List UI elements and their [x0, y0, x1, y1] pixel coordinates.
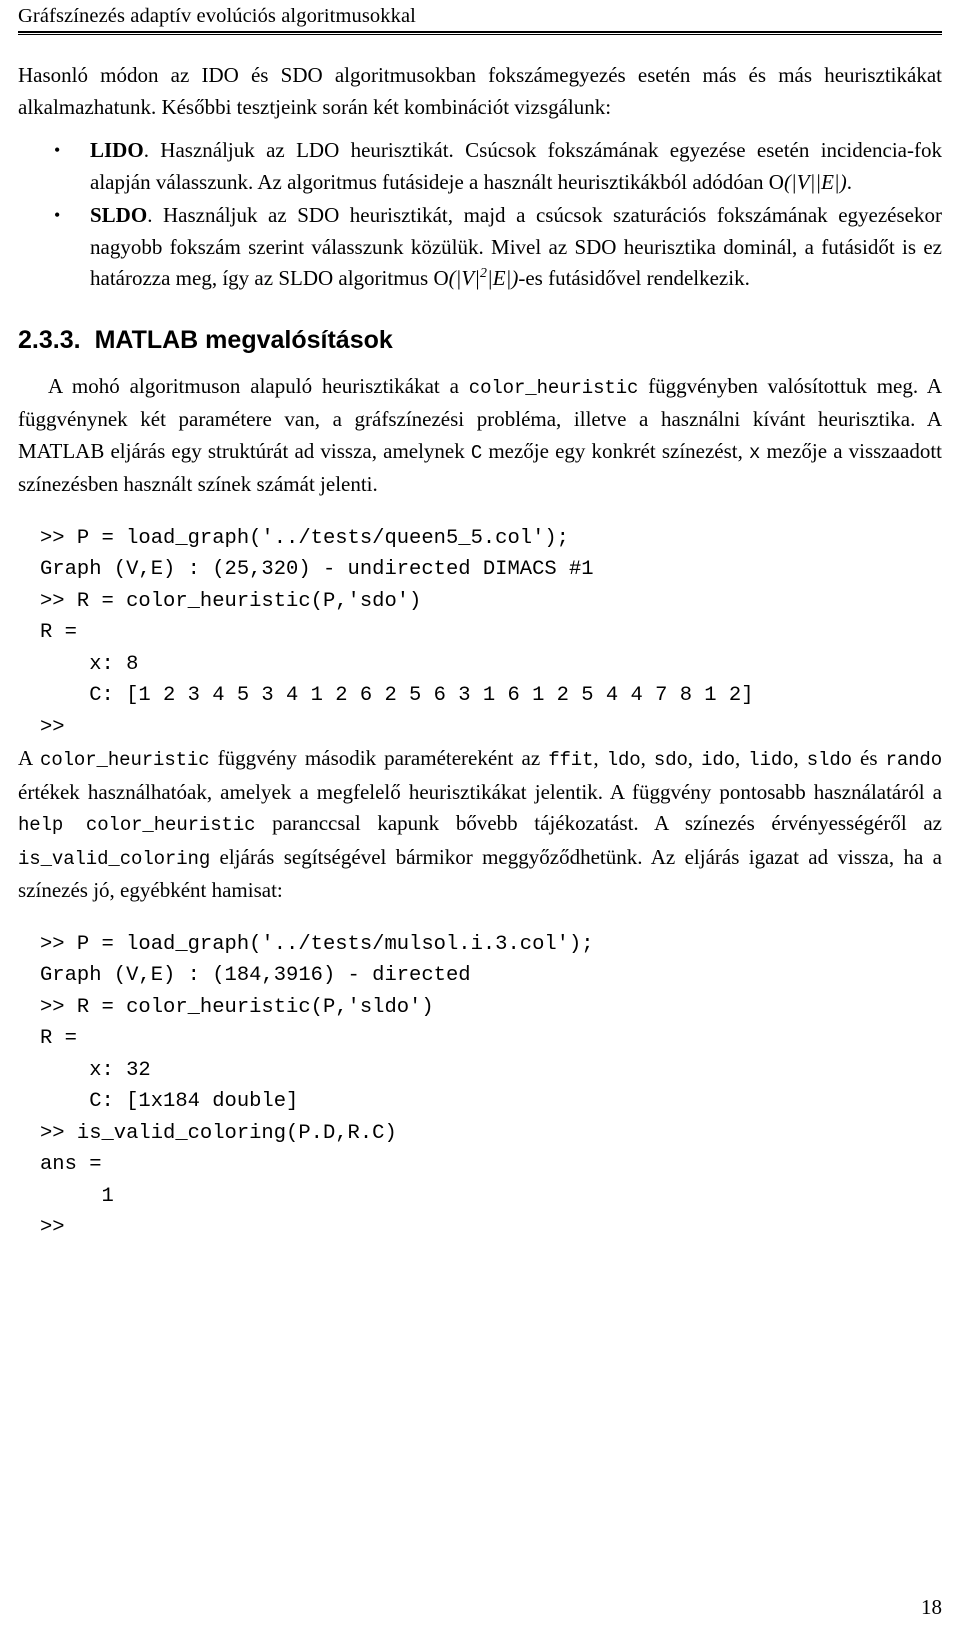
document-page: Gráfszínezés adaptív evolúciós algoritmu…	[0, 0, 960, 1636]
param-sep-4: ,	[734, 746, 749, 770]
impl-text-1: A mohó algoritmuson alapuló heurisztikák…	[48, 373, 469, 398]
list-item-sldo-text-after: -es futásidővel rendelkezik.	[518, 266, 750, 290]
list-item-lido-lead: LIDO	[90, 138, 144, 162]
impl-text-3: mezője egy konkrét színezést,	[482, 438, 750, 463]
code-option-ffit: ffit	[548, 749, 594, 771]
bullet-icon: •	[54, 205, 61, 225]
param-text-3: és	[851, 746, 886, 770]
list-item-sldo-complexity: O(|V|2|E|)	[433, 265, 519, 290]
section-number: 2.3.3.	[18, 325, 81, 354]
code-color-heuristic-2: color_heuristic	[40, 749, 210, 771]
code-field-c: C	[470, 441, 483, 464]
implementation-paragraph: A mohó algoritmuson alapuló heurisztikák…	[18, 371, 942, 501]
parameters-paragraph: A color_heuristic függvény második param…	[18, 743, 942, 907]
running-header-title: Gráfszínezés adaptív evolúciós algoritmu…	[18, 5, 416, 27]
code-option-lido: lido	[748, 749, 794, 771]
list-item-sldo: • SLDO. Használjuk az SDO heurisztikát, m…	[54, 200, 942, 295]
intro-paragraph: Hasonló módon az IDO és SDO algoritmusok…	[18, 63, 942, 119]
page-header: Gráfszínezés adaptív evolúciós algoritmu…	[18, 4, 942, 35]
code-is-valid-coloring: is_valid_coloring	[18, 847, 211, 870]
param-text-1: A	[18, 746, 41, 770]
section-heading: 2.3.3. MATLAB megvalósítások	[18, 325, 942, 355]
code-color-heuristic: color_heuristic	[468, 376, 639, 399]
param-text-5: paranccsal kapunk bővebb tájékozatást. A…	[255, 811, 942, 835]
code-option-rando: rando	[885, 749, 943, 771]
heuristic-combination-list: • LIDO. Használjuk az LDO heurisztikát. C…	[18, 135, 942, 295]
code-option-ido: ido	[701, 749, 735, 771]
param-sep-3: ,	[687, 746, 702, 770]
param-sep-5: ,	[793, 746, 807, 770]
param-text-4: értékek használhatóak, amelyek a megfele…	[18, 779, 942, 804]
list-item-lido: • LIDO. Használjuk az LDO heurisztikát. C…	[54, 135, 942, 198]
page-body: Hasonló módon az IDO és SDO algoritmusok…	[18, 60, 942, 1244]
code-option-sldo: sldo	[806, 749, 852, 771]
param-text-2: függvény második paramétereként az	[209, 746, 549, 770]
list-item-lido-complexity: O(|V||E|)	[768, 169, 847, 194]
list-item-sldo-lead: SLDO	[90, 203, 148, 227]
section-title: MATLAB megvalósítások	[94, 325, 393, 354]
code-block-mulsol-session: >> P = load_graph('../tests/mulsol.i.3.c…	[40, 932, 594, 1240]
bullet-icon: •	[54, 140, 61, 160]
code-help-command: help color_heuristic	[18, 814, 256, 836]
code-option-sdo: sdo	[653, 749, 688, 771]
list-item-lido-text-after: .	[846, 169, 852, 194]
param-sep-2: ,	[640, 746, 654, 770]
code-option-ldo: ldo	[606, 749, 641, 771]
page-number: 18	[921, 1595, 942, 1619]
header-rule	[18, 31, 942, 35]
code-field-x: x	[749, 441, 761, 464]
param-sep-1: ,	[593, 746, 607, 770]
code-block-queen5-session: >> P = load_graph('../tests/queen5_5.col…	[40, 526, 754, 739]
